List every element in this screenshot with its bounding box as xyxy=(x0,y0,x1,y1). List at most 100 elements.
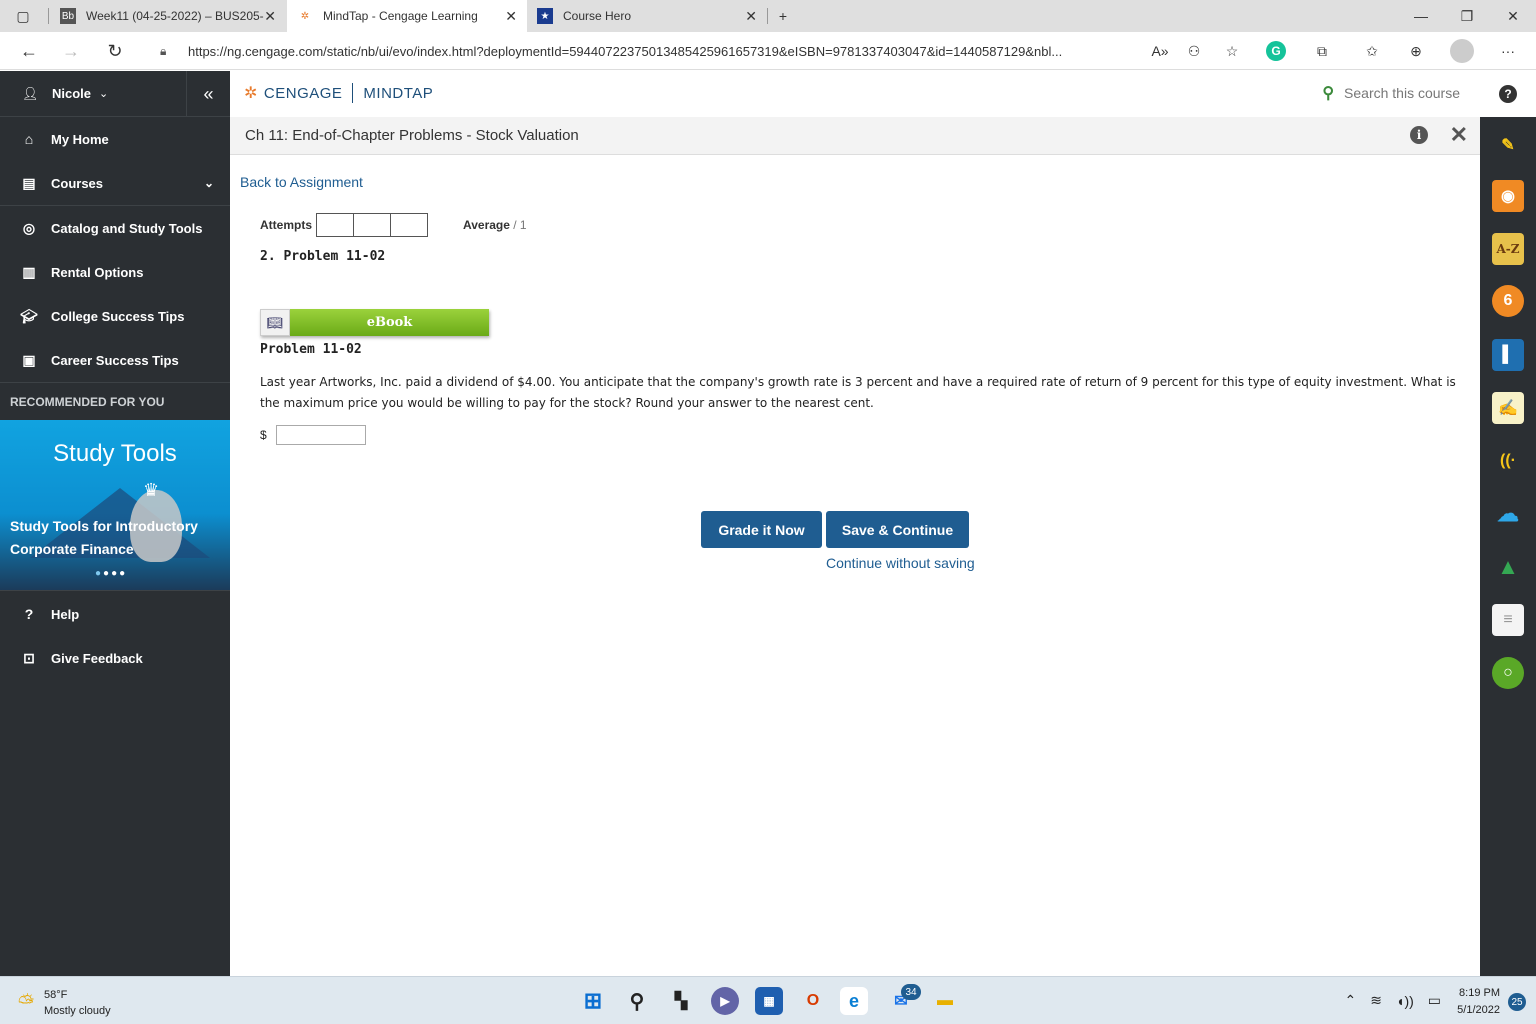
new-tab-icon[interactable]: + xyxy=(760,0,806,32)
problem-heading: 2. Problem 11-02 xyxy=(260,249,386,264)
read-aloud-icon[interactable]: A» xyxy=(1148,39,1172,63)
clock[interactable]: 8:19 PM 5/1/2022 xyxy=(1457,985,1500,1019)
sidebar-item-label: Courses xyxy=(51,175,104,191)
close-icon[interactable]: ✕ xyxy=(264,8,276,25)
sidebar-item-my-home[interactable]: ⌂ My Home xyxy=(0,117,230,161)
teams-chat-icon[interactable]: ▶ xyxy=(711,987,739,1015)
promo-text: Study Tools for Introductory Corporate F… xyxy=(10,518,198,557)
user-menu[interactable]: 👤︎ Nicole ⌄ « xyxy=(0,71,230,117)
sidebar-item-college-tips[interactable]: 🎓︎ College Success Tips xyxy=(0,294,230,338)
url-field[interactable]: 🔒︎ https://ng.cengage.com/static/nb/ui/e… xyxy=(146,36,1246,66)
cengage-logo-icon: ✲ xyxy=(244,85,258,102)
study-tools-promo[interactable]: Study Tools ♛ Study Tools for Introducto… xyxy=(0,420,230,590)
back-icon[interactable]: ← xyxy=(14,36,44,66)
favorites-add-icon[interactable]: ☆ xyxy=(1220,39,1244,63)
sidebar-item-help[interactable]: ? Help xyxy=(0,592,230,636)
windows-taskbar: ⛅︎ 58°F Mostly cloudy ⊞ ⚲ ▚ ▶ ▦ O e ✉ 34… xyxy=(0,976,1536,1024)
answer-input[interactable] xyxy=(275,425,366,445)
problem-content: Back to Assignment Attempts Average / 1 … xyxy=(230,160,1480,976)
back-to-assignment-link[interactable]: Back to Assignment xyxy=(240,174,363,190)
user-name: Nicole xyxy=(52,86,92,101)
task-view-icon[interactable]: ▚ xyxy=(667,987,695,1015)
system-tray: ⌃ ≋ ◖)) ▭ xyxy=(1345,992,1441,1009)
recommended-heading: RECOMMENDED FOR YOU xyxy=(0,382,230,420)
tab-week11[interactable]: Bb Week11 (04-25-2022) – BUS205- ✕ xyxy=(50,0,286,32)
user-icon: 👤︎ xyxy=(22,85,39,101)
chevron-down-icon: ⌄ xyxy=(203,176,214,190)
chevron-up-icon[interactable]: ⌃ xyxy=(1345,992,1357,1009)
file-explorer-icon[interactable]: ▬ xyxy=(931,987,959,1015)
highlighter-icon[interactable]: ✎ xyxy=(1492,129,1524,161)
sidebar-item-rental[interactable]: ▥ Rental Options xyxy=(0,250,230,294)
sidebar-item-catalog[interactable]: ◎ Catalog and Study Tools xyxy=(0,206,230,250)
collections-icon[interactable]: ⊕ xyxy=(1404,39,1428,63)
restore-icon[interactable]: ❐ xyxy=(1444,0,1490,32)
accessibility-icon[interactable]: ⚇ xyxy=(1182,39,1206,63)
forward-icon[interactable]: → xyxy=(56,36,86,66)
window-close-icon[interactable]: ✕ xyxy=(1490,0,1536,32)
average-label: Average xyxy=(463,218,510,232)
activity-title-bar: Ch 11: End-of-Chapter Problems - Stock V… xyxy=(230,117,1480,155)
more-icon[interactable]: ··· xyxy=(1496,39,1520,63)
home-icon: ⌂ xyxy=(24,131,34,147)
google-drive-icon[interactable]: ▲ xyxy=(1492,551,1524,583)
briefcase-icon: ▣ xyxy=(22,351,36,368)
windows-start-icon[interactable]: ⊞ xyxy=(579,987,607,1015)
problem-subheading: Problem 11-02 xyxy=(260,342,362,357)
weather-condition: Mostly cloudy xyxy=(44,1005,111,1017)
cengage-mindtap-logo[interactable]: ✲ CENGAGE MINDTAP xyxy=(244,83,433,103)
carousel-dots[interactable]: ●●●● xyxy=(95,568,127,579)
notes-icon[interactable]: ✍ xyxy=(1492,392,1524,424)
course-search[interactable]: ⚲ Search this course xyxy=(1322,83,1460,103)
tab-title: MindTap - Cengage Learning xyxy=(323,9,478,23)
lock-icon: 🔒︎ xyxy=(160,43,167,58)
store-icon[interactable]: ▦ xyxy=(755,987,783,1015)
average-value: / 1 xyxy=(513,218,527,232)
sidebar-item-courses[interactable]: ▤ Courses ⌄ xyxy=(0,161,230,205)
ebook-button[interactable]: 📖︎ eBook xyxy=(260,309,489,336)
mindapp-icon[interactable]: ○ xyxy=(1492,657,1524,689)
tab-title: Week11 (04-25-2022) – BUS205- xyxy=(86,9,264,23)
help-button[interactable]: ? xyxy=(1480,71,1536,117)
glossary-az-icon[interactable]: A-Z xyxy=(1492,233,1524,265)
profile-avatar[interactable] xyxy=(1450,39,1474,63)
ebook-tool-icon[interactable]: ▌ xyxy=(1492,339,1524,371)
save-continue-button[interactable]: Save & Continue xyxy=(826,511,969,548)
header: ✲ CENGAGE MINDTAP ⚲ Search this course xyxy=(230,71,1480,117)
sidebar-item-career-tips[interactable]: ▣ Career Success Tips xyxy=(0,338,230,382)
notification-badge[interactable]: 25 xyxy=(1508,993,1526,1011)
tab-coursehero[interactable]: ★ Course Hero ✕ xyxy=(527,0,767,32)
aplia-icon[interactable]: 6 xyxy=(1492,285,1524,317)
collapse-sidebar-icon[interactable]: « xyxy=(186,71,230,117)
close-icon[interactable]: ✕ xyxy=(745,8,757,25)
readspeaker-icon[interactable]: ((· xyxy=(1492,445,1524,477)
volume-icon[interactable]: ◖)) xyxy=(1396,993,1414,1009)
tab-mindtap[interactable]: ✲ MindTap - Cengage Learning ✕ xyxy=(287,0,527,32)
wifi-icon[interactable]: ≋ xyxy=(1370,992,1382,1009)
edge-icon[interactable]: e xyxy=(840,987,868,1015)
chevron-down-icon: ⌄ xyxy=(99,88,109,100)
grade-it-now-button[interactable]: Grade it Now xyxy=(701,511,822,548)
battery-icon[interactable]: ▭ xyxy=(1428,992,1441,1009)
extensions-icon[interactable]: ⧉ xyxy=(1310,39,1334,63)
favorites-icon[interactable]: ✩ xyxy=(1360,39,1384,63)
attempt-box xyxy=(316,213,355,237)
tab-actions-icon[interactable]: ▢ xyxy=(0,0,46,32)
office-icon[interactable]: O xyxy=(799,987,827,1015)
rss-icon[interactable]: ◉ xyxy=(1492,180,1524,212)
refresh-icon[interactable]: ↻ xyxy=(100,36,130,66)
sidebar-item-feedback[interactable]: ⊡ Give Feedback xyxy=(0,636,230,680)
coursehero-icon: ★ xyxy=(537,8,553,24)
close-activity-icon[interactable]: ✕ xyxy=(1450,122,1468,148)
answer-row: $ xyxy=(260,425,366,445)
close-icon[interactable]: ✕ xyxy=(505,8,517,25)
search-icon[interactable]: ⚲ xyxy=(623,987,651,1015)
grammarly-icon[interactable]: G xyxy=(1266,41,1286,61)
minimize-icon[interactable]: — xyxy=(1398,0,1444,32)
onedrive-icon[interactable]: ☁ xyxy=(1492,498,1524,530)
weather-widget[interactable]: ⛅︎ 58°F Mostly cloudy xyxy=(18,987,111,1019)
info-icon[interactable]: i xyxy=(1410,126,1428,144)
mail-badge: 34 xyxy=(901,984,921,1000)
flashcards-icon[interactable]: ≡ xyxy=(1492,604,1524,636)
continue-without-saving-link[interactable]: Continue without saving xyxy=(826,555,975,571)
